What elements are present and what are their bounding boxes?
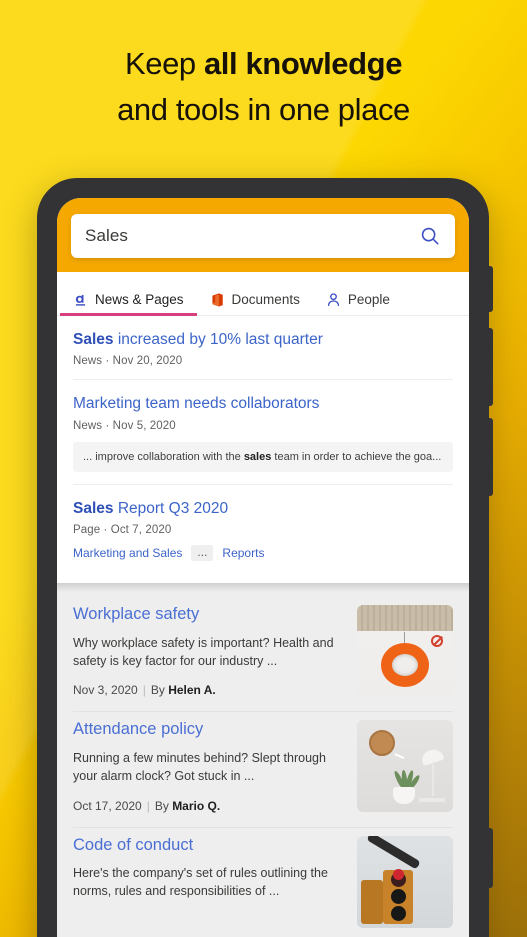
- news-card-meta: Oct 17, 2020 | By Mario Q.: [73, 799, 343, 813]
- hero-headline: Keep all knowledge and tools in one plac…: [0, 44, 527, 131]
- tab-people-label: People: [347, 292, 390, 307]
- breadcrumb-item-site[interactable]: Marketing and Sales: [73, 546, 182, 560]
- tab-people[interactable]: People: [326, 292, 390, 316]
- news-card-by-label: By: [154, 798, 173, 813]
- tab-news-and-pages-label: News & Pages: [95, 292, 184, 307]
- desk-lamp-pole: [431, 762, 434, 797]
- news-card-body: Attendance policy Running a few minutes …: [73, 720, 343, 812]
- search-result-title-rest: Marketing team needs collaborators: [73, 395, 320, 413]
- results-panel-shadow: [57, 573, 469, 593]
- news-card-thumbnail-life-ring: [357, 605, 453, 698]
- search-result-title-rest: increased by 10% last quarter: [113, 331, 323, 348]
- search-result-title[interactable]: Sales Report Q3 2020: [73, 499, 453, 518]
- search-result-title-match: Sales: [73, 331, 114, 348]
- tab-documents[interactable]: Documents: [210, 292, 300, 316]
- traffic-light-lens-green: [391, 905, 406, 921]
- life-ring: [381, 643, 429, 688]
- phone-button-volume-up[interactable]: [488, 328, 493, 406]
- search-result-title[interactable]: Marketing team needs collaborators: [73, 394, 453, 413]
- meta-separator: |: [142, 683, 146, 698]
- news-card[interactable]: Attendance policy Running a few minutes …: [73, 712, 453, 828]
- breadcrumb: Marketing and Sales ... Reports: [73, 545, 453, 562]
- search-result-meta: News · Nov 20, 2020: [73, 355, 183, 368]
- result-type-tabs: News & Pages Documents People: [57, 272, 469, 316]
- news-card-by-label: By: [150, 683, 169, 698]
- headline-line-1-bold: all knowledge: [203, 46, 403, 81]
- search-icon[interactable]: [419, 225, 441, 247]
- traffic-light-arm: [366, 835, 421, 870]
- traffic-light-red-glow: [393, 868, 404, 880]
- meta-separator: |: [146, 798, 150, 813]
- phone-button-power[interactable]: [488, 828, 493, 888]
- news-card-author: Mario Q.: [172, 798, 221, 813]
- news-card-date: Nov 3, 2020: [73, 683, 138, 698]
- news-card-description: Why workplace safety is important? Healt…: [73, 636, 334, 669]
- search-result-title[interactable]: Sales increased by 10% last quarter: [73, 330, 453, 349]
- news-card-body: Workplace safety Why workplace safety is…: [73, 605, 343, 697]
- search-result-meta: News · Nov 5, 2020: [73, 419, 176, 432]
- search-result-item[interactable]: Marketing team needs collaborators News …: [73, 380, 453, 486]
- news-card-date: Oct 17, 2020: [73, 798, 142, 813]
- news-card-meta: Nov 3, 2020 | By Helen A.: [73, 683, 343, 697]
- snippet-match: sales: [243, 450, 272, 463]
- search-result-title-match: Sales: [73, 500, 114, 518]
- search-input[interactable]: [85, 226, 419, 246]
- clock-hand: [394, 753, 405, 760]
- headline-line-1: Keep all knowledge: [0, 44, 527, 84]
- phone-mockup: News & Pages Documents People Sales incr: [37, 178, 493, 937]
- app-header: [57, 198, 469, 272]
- news-card[interactable]: Code of conduct Here's the company's set…: [73, 828, 453, 937]
- search-result-meta: Page · Oct 7, 2020: [73, 524, 172, 537]
- person-icon: [327, 293, 339, 306]
- news-feed: Workplace safety Why workplace safety is…: [57, 583, 469, 937]
- news-card-title[interactable]: Code of conduct: [73, 836, 343, 856]
- search-result-item[interactable]: Sales increased by 10% last quarter News…: [73, 316, 453, 381]
- news-card[interactable]: Workplace safety Why workplace safety is…: [73, 597, 453, 713]
- traffic-light-housing-side: [361, 879, 383, 924]
- news-card-thumbnail-traffic-light: [357, 835, 453, 928]
- sharepoint-a-icon: [75, 295, 86, 306]
- breadcrumb-overflow-button[interactable]: ...: [191, 545, 214, 562]
- phone-button-silent[interactable]: [488, 266, 493, 312]
- headline-line-2: and tools in one place: [117, 92, 410, 128]
- news-card-author: Helen A.: [168, 683, 216, 698]
- tab-documents-label: Documents: [231, 292, 300, 307]
- no-entry-sign-icon: [431, 635, 443, 648]
- search-result-title-rest: Report Q3 2020: [113, 500, 229, 518]
- news-card-title[interactable]: Attendance policy: [73, 720, 343, 740]
- breadcrumb-item-folder[interactable]: Reports: [222, 546, 264, 560]
- search-result-item[interactable]: Sales Report Q3 2020 Page · Oct 7, 2020 …: [73, 485, 453, 573]
- search-result-snippet: ... improve collaboration with the sales…: [73, 441, 453, 473]
- news-card-description: Here's the company's set of rules outlin…: [73, 866, 328, 899]
- search-results-list: Sales increased by 10% last quarter News…: [57, 316, 469, 574]
- snippet-pre: ... improve collaboration with the: [83, 450, 244, 463]
- phone-button-volume-down[interactable]: [488, 418, 493, 496]
- news-card-title[interactable]: Workplace safety: [73, 605, 343, 625]
- tab-news-and-pages[interactable]: News & Pages: [60, 292, 197, 316]
- news-card-thumbnail-clock-lamp-plant: [357, 720, 453, 813]
- snippet-post: team in order to achieve the goa...: [271, 450, 442, 463]
- news-card-description: Running a few minutes behind? Slept thro…: [73, 751, 326, 784]
- plant-pot: [393, 787, 415, 805]
- phone-screen: News & Pages Documents People Sales incr: [57, 198, 469, 937]
- wood-slats: [357, 605, 453, 632]
- search-bar[interactable]: [71, 214, 455, 258]
- traffic-light-lens-yellow: [391, 888, 406, 904]
- office-documents-icon: [211, 293, 223, 307]
- news-card-body: Code of conduct Here's the company's set…: [73, 836, 343, 928]
- headline-line-1-prefix: Keep: [124, 46, 204, 81]
- wall-clock: [369, 730, 405, 760]
- desk-lamp-base: [419, 798, 445, 803]
